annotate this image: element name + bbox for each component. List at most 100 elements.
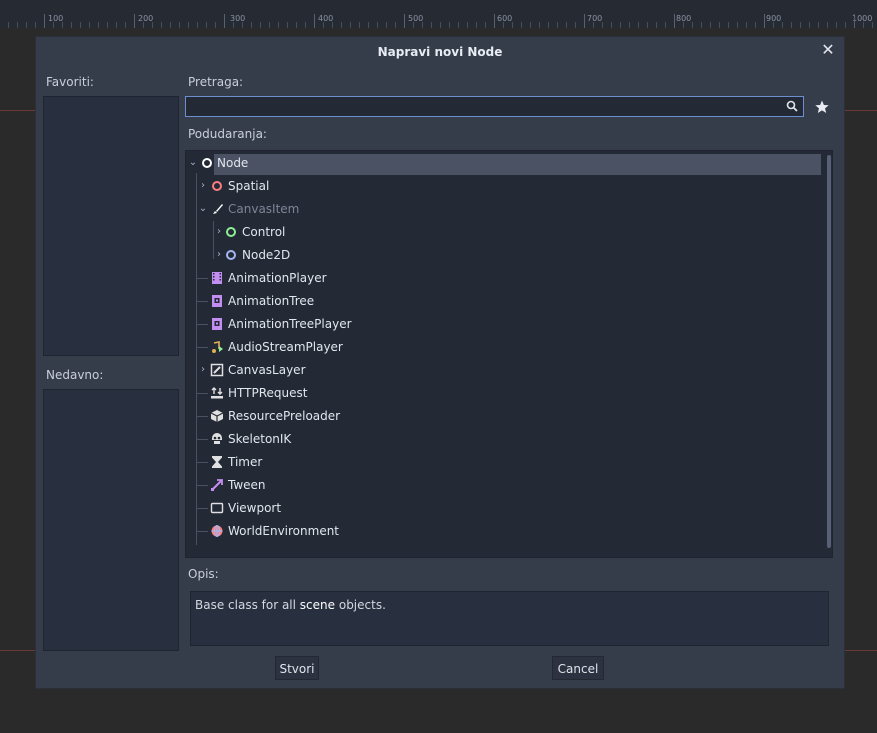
tree-item-label: SkeletonIK [228,432,292,446]
tree-item-label: WorldEnvironment [228,524,340,538]
search-field[interactable] [185,96,804,117]
search-input[interactable] [190,99,774,116]
recent-label: Nedavno: [46,368,104,382]
tree-item-skeletonik[interactable]: SkeletonIK [186,428,816,451]
tree-guide-line [196,416,208,417]
animation-tree-player-icon [212,318,222,330]
tree-item-label: Tween [228,478,266,492]
ruler-tick [404,14,405,28]
tree-item-resourcepreloader[interactable]: ResourcePreloader [186,405,816,428]
chevron-right-icon[interactable]: › [214,249,224,260]
matches-label: Podudaranja: [188,127,267,141]
canvas-guide-line [0,110,36,111]
tree-item-label: Node [217,156,249,170]
node-tree[interactable]: ⌄ Node › Spatial ⌄ CanvasItem › Control … [185,150,833,558]
ruler-tick [314,14,315,28]
description-keyword-link[interactable]: scene [300,598,335,612]
tree-item-label: Control [242,225,286,239]
tree-guide-line [196,301,208,302]
tree-item-canvasitem[interactable]: ⌄ CanvasItem [186,198,816,221]
recent-list[interactable] [43,389,179,651]
ruler-tick [764,14,765,28]
timer-icon [212,456,222,468]
description-text-start: Base class for all [195,598,300,612]
tree-scrollbar[interactable] [827,155,831,548]
close-icon[interactable]: ✕ [820,42,836,58]
ruler-tick [134,14,135,28]
description-text-end: objects. [335,598,386,612]
ruler-label: 600 [497,14,513,23]
tree-item-control[interactable]: › Control [186,221,816,244]
tree-item-animationplayer[interactable]: AnimationPlayer [186,267,816,290]
chevron-right-icon[interactable]: › [198,364,208,375]
tree-item-timer[interactable]: Timer [186,451,816,474]
tree-item-label: Spatial [228,179,270,193]
brush-icon [213,204,223,214]
tree-guide-line [196,531,208,532]
ruler-tick [494,14,495,28]
favorite-star-icon[interactable] [814,99,830,115]
tree-item-label: Viewport [228,501,282,515]
ruler-label: 400 [318,14,334,23]
dialog-titlebar[interactable]: Napravi novi Node ✕ [36,37,844,67]
create-button[interactable]: Stvori [275,656,319,680]
search-label: Pretraga: [188,75,244,89]
search-icon [786,100,798,112]
canvas-ruler: 100 200 300 400 500 600 700 800 900 1000 [0,0,877,28]
animation-player-icon [212,272,222,284]
chevron-right-icon[interactable]: › [198,180,208,191]
audio-stream-player-icon [212,341,223,353]
tree-item-spatial[interactable]: › Spatial [186,175,816,198]
tree-item-label: AnimationPlayer [228,271,327,285]
control-circle-icon [226,227,236,237]
world-environment-icon [211,525,223,537]
description-panel: Base class for all scene objects. [190,591,829,646]
ruler-label: 200 [138,14,154,23]
tree-item-node[interactable]: ⌄ Node [186,152,821,175]
tree-item-animationtreeplayer[interactable]: AnimationTreePlayer [186,313,816,336]
tree-item-worldenvironment[interactable]: WorldEnvironment [186,520,816,543]
tree-item-audiostreamplayer[interactable]: AudioStreamPlayer [186,336,816,359]
selection-highlight [214,154,821,175]
node2d-circle-icon [226,250,236,260]
tree-guide-line [196,439,208,440]
viewport-icon [210,502,224,514]
canvas-guide-line [844,650,877,651]
tree-guide-line [196,508,208,509]
chevron-right-icon[interactable]: › [214,226,224,237]
cancel-button[interactable]: Cancel [552,656,604,680]
tree-item-canvaslayer[interactable]: › CanvasLayer [186,359,816,382]
tree-item-label: ResourcePreloader [228,409,341,423]
tree-item-label: AnimationTree [228,294,315,308]
ruler-tick [44,14,45,28]
tree-item-label: AudioStreamPlayer [228,340,343,354]
tree-guide-line [196,485,208,486]
tree-item-label: AnimationTreePlayer [228,317,352,331]
tree-guide-line [196,347,208,348]
chevron-down-icon[interactable]: ⌄ [188,157,198,168]
animation-tree-icon [212,295,222,307]
ruler-label: 500 [408,14,424,23]
ruler-tick [584,14,585,28]
tree-item-httprequest[interactable]: HTTPRequest [186,382,816,405]
tree-guide-line [196,324,208,325]
create-node-dialog: Napravi novi Node ✕ Favoriti: Nedavno: P… [36,37,844,688]
tree-item-viewport[interactable]: Viewport [186,497,816,520]
tree-item-node2d[interactable]: › Node2D [186,244,816,267]
ruler-label: 700 [587,14,603,23]
ruler-tick [854,14,855,28]
tree-item-animationtree[interactable]: AnimationTree [186,290,816,313]
spatial-circle-icon [212,181,222,191]
tree-item-label: Node2D [242,248,291,262]
ruler-label: 100 [48,14,64,23]
tree-guide-line [196,278,208,279]
tree-item-tween[interactable]: Tween [186,474,816,497]
description-label: Opis: [188,567,219,581]
node-circle-icon [202,158,212,168]
ruler-tick [674,14,675,28]
canvas-guide-line [844,110,877,111]
chevron-down-icon[interactable]: ⌄ [198,203,208,214]
tree-item-label: CanvasLayer [228,363,306,377]
favorites-list[interactable] [43,96,179,356]
skeleton-ik-icon [212,433,222,444]
